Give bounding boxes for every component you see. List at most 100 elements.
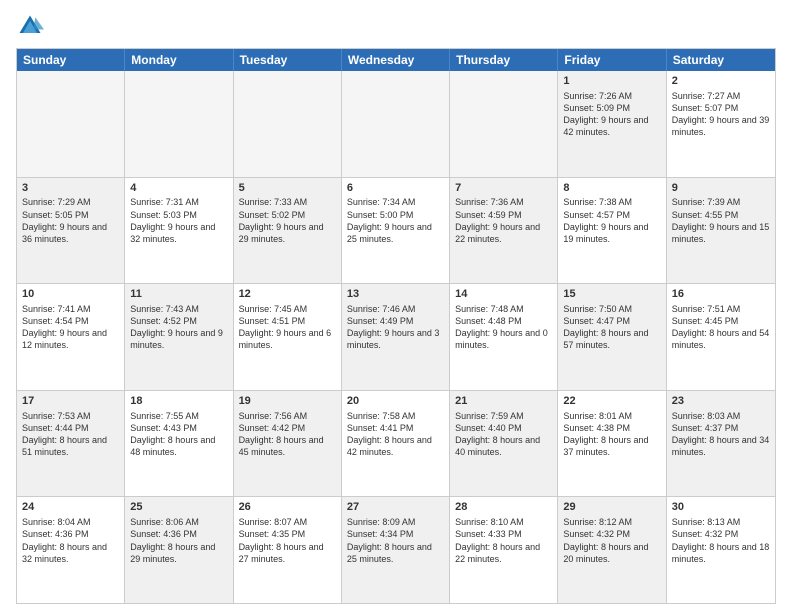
cell-info: Sunrise: 8:09 AM Sunset: 4:34 PM Dayligh… <box>347 516 444 565</box>
day-number: 25 <box>130 500 227 515</box>
calendar-cell-empty <box>125 71 233 177</box>
day-number: 18 <box>130 394 227 409</box>
cell-info: Sunrise: 7:39 AM Sunset: 4:55 PM Dayligh… <box>672 196 770 245</box>
day-number: 4 <box>130 181 227 196</box>
day-number: 21 <box>455 394 552 409</box>
day-number: 6 <box>347 181 444 196</box>
cell-info: Sunrise: 7:48 AM Sunset: 4:48 PM Dayligh… <box>455 303 552 352</box>
cell-info: Sunrise: 7:41 AM Sunset: 4:54 PM Dayligh… <box>22 303 119 352</box>
cell-info: Sunrise: 7:55 AM Sunset: 4:43 PM Dayligh… <box>130 410 227 459</box>
calendar-cell-day-23: 23Sunrise: 8:03 AM Sunset: 4:37 PM Dayli… <box>667 391 775 497</box>
day-number: 26 <box>239 500 336 515</box>
day-number: 7 <box>455 181 552 196</box>
calendar-cell-day-25: 25Sunrise: 8:06 AM Sunset: 4:36 PM Dayli… <box>125 497 233 603</box>
cell-info: Sunrise: 7:33 AM Sunset: 5:02 PM Dayligh… <box>239 196 336 245</box>
calendar-cell-day-30: 30Sunrise: 8:13 AM Sunset: 4:32 PM Dayli… <box>667 497 775 603</box>
calendar-cell-empty <box>17 71 125 177</box>
calendar-cell-day-5: 5Sunrise: 7:33 AM Sunset: 5:02 PM Daylig… <box>234 178 342 284</box>
calendar-cell-empty <box>450 71 558 177</box>
cell-info: Sunrise: 7:56 AM Sunset: 4:42 PM Dayligh… <box>239 410 336 459</box>
cell-info: Sunrise: 7:38 AM Sunset: 4:57 PM Dayligh… <box>563 196 660 245</box>
day-number: 20 <box>347 394 444 409</box>
cell-info: Sunrise: 7:53 AM Sunset: 4:44 PM Dayligh… <box>22 410 119 459</box>
cell-info: Sunrise: 7:31 AM Sunset: 5:03 PM Dayligh… <box>130 196 227 245</box>
calendar-cell-day-4: 4Sunrise: 7:31 AM Sunset: 5:03 PM Daylig… <box>125 178 233 284</box>
day-number: 29 <box>563 500 660 515</box>
cell-info: Sunrise: 7:51 AM Sunset: 4:45 PM Dayligh… <box>672 303 770 352</box>
cell-info: Sunrise: 7:34 AM Sunset: 5:00 PM Dayligh… <box>347 196 444 245</box>
day-number: 3 <box>22 181 119 196</box>
calendar-cell-day-22: 22Sunrise: 8:01 AM Sunset: 4:38 PM Dayli… <box>558 391 666 497</box>
calendar-cell-day-10: 10Sunrise: 7:41 AM Sunset: 4:54 PM Dayli… <box>17 284 125 390</box>
header-day-thursday: Thursday <box>450 49 558 71</box>
day-number: 28 <box>455 500 552 515</box>
calendar-body: 1Sunrise: 7:26 AM Sunset: 5:09 PM Daylig… <box>17 71 775 603</box>
cell-info: Sunrise: 7:59 AM Sunset: 4:40 PM Dayligh… <box>455 410 552 459</box>
page: SundayMondayTuesdayWednesdayThursdayFrid… <box>0 0 792 612</box>
cell-info: Sunrise: 8:07 AM Sunset: 4:35 PM Dayligh… <box>239 516 336 565</box>
cell-info: Sunrise: 7:43 AM Sunset: 4:52 PM Dayligh… <box>130 303 227 352</box>
header-day-tuesday: Tuesday <box>234 49 342 71</box>
logo <box>16 12 48 40</box>
cell-info: Sunrise: 7:45 AM Sunset: 4:51 PM Dayligh… <box>239 303 336 352</box>
day-number: 13 <box>347 287 444 302</box>
calendar-cell-day-13: 13Sunrise: 7:46 AM Sunset: 4:49 PM Dayli… <box>342 284 450 390</box>
calendar-cell-day-26: 26Sunrise: 8:07 AM Sunset: 4:35 PM Dayli… <box>234 497 342 603</box>
header <box>16 12 776 40</box>
cell-info: Sunrise: 8:10 AM Sunset: 4:33 PM Dayligh… <box>455 516 552 565</box>
day-number: 9 <box>672 181 770 196</box>
calendar-row-0: 1Sunrise: 7:26 AM Sunset: 5:09 PM Daylig… <box>17 71 775 177</box>
cell-info: Sunrise: 8:06 AM Sunset: 4:36 PM Dayligh… <box>130 516 227 565</box>
calendar-cell-day-11: 11Sunrise: 7:43 AM Sunset: 4:52 PM Dayli… <box>125 284 233 390</box>
day-number: 27 <box>347 500 444 515</box>
header-day-saturday: Saturday <box>667 49 775 71</box>
day-number: 10 <box>22 287 119 302</box>
day-number: 8 <box>563 181 660 196</box>
header-day-wednesday: Wednesday <box>342 49 450 71</box>
calendar: SundayMondayTuesdayWednesdayThursdayFrid… <box>16 48 776 604</box>
day-number: 22 <box>563 394 660 409</box>
calendar-row-3: 17Sunrise: 7:53 AM Sunset: 4:44 PM Dayli… <box>17 390 775 497</box>
calendar-row-2: 10Sunrise: 7:41 AM Sunset: 4:54 PM Dayli… <box>17 283 775 390</box>
calendar-cell-day-16: 16Sunrise: 7:51 AM Sunset: 4:45 PM Dayli… <box>667 284 775 390</box>
logo-icon <box>16 12 44 40</box>
cell-info: Sunrise: 8:01 AM Sunset: 4:38 PM Dayligh… <box>563 410 660 459</box>
day-number: 16 <box>672 287 770 302</box>
day-number: 5 <box>239 181 336 196</box>
header-day-monday: Monday <box>125 49 233 71</box>
day-number: 2 <box>672 74 770 89</box>
day-number: 1 <box>563 74 660 89</box>
day-number: 11 <box>130 287 227 302</box>
cell-info: Sunrise: 8:04 AM Sunset: 4:36 PM Dayligh… <box>22 516 119 565</box>
calendar-cell-day-28: 28Sunrise: 8:10 AM Sunset: 4:33 PM Dayli… <box>450 497 558 603</box>
calendar-cell-day-3: 3Sunrise: 7:29 AM Sunset: 5:05 PM Daylig… <box>17 178 125 284</box>
day-number: 12 <box>239 287 336 302</box>
day-number: 14 <box>455 287 552 302</box>
cell-info: Sunrise: 7:26 AM Sunset: 5:09 PM Dayligh… <box>563 90 660 139</box>
cell-info: Sunrise: 8:12 AM Sunset: 4:32 PM Dayligh… <box>563 516 660 565</box>
cell-info: Sunrise: 7:58 AM Sunset: 4:41 PM Dayligh… <box>347 410 444 459</box>
header-day-friday: Friday <box>558 49 666 71</box>
calendar-cell-day-9: 9Sunrise: 7:39 AM Sunset: 4:55 PM Daylig… <box>667 178 775 284</box>
calendar-cell-empty <box>234 71 342 177</box>
calendar-header: SundayMondayTuesdayWednesdayThursdayFrid… <box>17 49 775 71</box>
calendar-cell-day-18: 18Sunrise: 7:55 AM Sunset: 4:43 PM Dayli… <box>125 391 233 497</box>
day-number: 24 <box>22 500 119 515</box>
calendar-cell-empty <box>342 71 450 177</box>
day-number: 17 <box>22 394 119 409</box>
header-day-sunday: Sunday <box>17 49 125 71</box>
calendar-cell-day-1: 1Sunrise: 7:26 AM Sunset: 5:09 PM Daylig… <box>558 71 666 177</box>
cell-info: Sunrise: 7:36 AM Sunset: 4:59 PM Dayligh… <box>455 196 552 245</box>
cell-info: Sunrise: 7:46 AM Sunset: 4:49 PM Dayligh… <box>347 303 444 352</box>
calendar-cell-day-7: 7Sunrise: 7:36 AM Sunset: 4:59 PM Daylig… <box>450 178 558 284</box>
calendar-cell-day-20: 20Sunrise: 7:58 AM Sunset: 4:41 PM Dayli… <box>342 391 450 497</box>
calendar-cell-day-6: 6Sunrise: 7:34 AM Sunset: 5:00 PM Daylig… <box>342 178 450 284</box>
cell-info: Sunrise: 7:29 AM Sunset: 5:05 PM Dayligh… <box>22 196 119 245</box>
calendar-cell-day-21: 21Sunrise: 7:59 AM Sunset: 4:40 PM Dayli… <box>450 391 558 497</box>
day-number: 30 <box>672 500 770 515</box>
calendar-cell-day-8: 8Sunrise: 7:38 AM Sunset: 4:57 PM Daylig… <box>558 178 666 284</box>
cell-info: Sunrise: 8:03 AM Sunset: 4:37 PM Dayligh… <box>672 410 770 459</box>
calendar-row-1: 3Sunrise: 7:29 AM Sunset: 5:05 PM Daylig… <box>17 177 775 284</box>
calendar-cell-day-14: 14Sunrise: 7:48 AM Sunset: 4:48 PM Dayli… <box>450 284 558 390</box>
calendar-cell-day-17: 17Sunrise: 7:53 AM Sunset: 4:44 PM Dayli… <box>17 391 125 497</box>
